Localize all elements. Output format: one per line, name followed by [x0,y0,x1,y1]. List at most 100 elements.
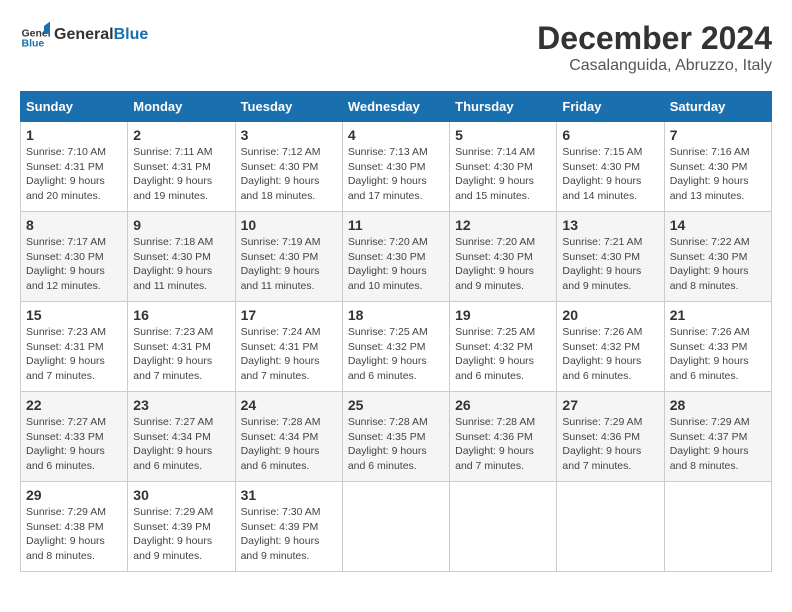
cell-info: Sunrise: 7:26 AMSunset: 4:33 PMDaylight:… [670,326,750,382]
logo: General Blue GeneralBlue [20,20,148,50]
title-area: December 2024 Casalanguida, Abruzzo, Ita… [537,20,772,75]
header-monday: Monday [128,92,235,122]
calendar-cell: 15Sunrise: 7:23 AMSunset: 4:31 PMDayligh… [21,302,128,392]
cell-info: Sunrise: 7:16 AMSunset: 4:30 PMDaylight:… [670,146,750,202]
calendar-cell: 13Sunrise: 7:21 AMSunset: 4:30 PMDayligh… [557,212,664,302]
day-number: 24 [241,397,337,413]
cell-info: Sunrise: 7:26 AMSunset: 4:32 PMDaylight:… [562,326,642,382]
calendar-cell: 8Sunrise: 7:17 AMSunset: 4:30 PMDaylight… [21,212,128,302]
cell-info: Sunrise: 7:28 AMSunset: 4:34 PMDaylight:… [241,416,321,472]
calendar-week-row: 8Sunrise: 7:17 AMSunset: 4:30 PMDaylight… [21,212,772,302]
calendar-cell: 24 Sunrise: 7:28 AMSunset: 4:34 PMDayligh… [235,392,342,482]
calendar-cell: 12 Sunrise: 7:20 AMSunset: 4:30 PMDayligh… [450,212,557,302]
calendar-cell: 14Sunrise: 7:22 AMSunset: 4:30 PMDayligh… [664,212,771,302]
cell-info: Sunrise: 7:30 AMSunset: 4:39 PMDaylight:… [241,506,321,562]
cell-info: Sunrise: 7:23 AMSunset: 4:31 PMDaylight:… [133,326,213,382]
cell-info: Sunrise: 7:12 AMSunset: 4:30 PMDaylight:… [241,146,321,202]
cell-info: Sunrise: 7:18 AMSunset: 4:30 PMDaylight:… [133,236,213,292]
day-number: 20 [562,307,658,323]
calendar-cell: 4 Sunrise: 7:13 AMSunset: 4:30 PMDaylight… [342,122,449,212]
calendar-header-row: Sunday Monday Tuesday Wednesday Thursday… [21,92,772,122]
calendar-cell: 16 Sunrise: 7:23 AMSunset: 4:31 PMDayligh… [128,302,235,392]
calendar-cell: 30Sunrise: 7:29 AMSunset: 4:39 PMDayligh… [128,482,235,572]
calendar-week-row: 29 Sunrise: 7:29 AMSunset: 4:38 PMDayligh… [21,482,772,572]
cell-info: Sunrise: 7:13 AMSunset: 4:30 PMDaylight:… [348,146,428,202]
day-number: 17 [241,307,337,323]
calendar-cell: 17Sunrise: 7:24 AMSunset: 4:31 PMDayligh… [235,302,342,392]
cell-info: Sunrise: 7:10 AMSunset: 4:31 PMDaylight:… [26,146,106,202]
day-number: 18 [348,307,444,323]
day-number: 2 [133,127,229,143]
header-tuesday: Tuesday [235,92,342,122]
calendar-cell: 1 Sunrise: 7:10 AMSunset: 4:31 PMDaylight… [21,122,128,212]
calendar-week-row: 1 Sunrise: 7:10 AMSunset: 4:31 PMDaylight… [21,122,772,212]
cell-info: Sunrise: 7:27 AMSunset: 4:34 PMDaylight:… [133,416,213,472]
cell-info: Sunrise: 7:19 AMSunset: 4:30 PMDaylight:… [241,236,321,292]
header-friday: Friday [557,92,664,122]
cell-info: Sunrise: 7:25 AMSunset: 4:32 PMDaylight:… [348,326,428,382]
cell-info: Sunrise: 7:15 AMSunset: 4:30 PMDaylight:… [562,146,642,202]
calendar-table: Sunday Monday Tuesday Wednesday Thursday… [20,91,772,572]
day-number: 23 [133,397,229,413]
day-number: 14 [670,217,766,233]
calendar-cell: 7Sunrise: 7:16 AMSunset: 4:30 PMDaylight… [664,122,771,212]
cell-info: Sunrise: 7:27 AMSunset: 4:33 PMDaylight:… [26,416,106,472]
cell-info: Sunrise: 7:28 AMSunset: 4:36 PMDaylight:… [455,416,535,472]
calendar-cell: 27 Sunrise: 7:29 AMSunset: 4:36 PMDayligh… [557,392,664,482]
logo-icon: General Blue [20,20,50,50]
page-header: General Blue GeneralBlue December 2024 C… [20,20,772,75]
cell-info: Sunrise: 7:29 AMSunset: 4:39 PMDaylight:… [133,506,213,562]
header-wednesday: Wednesday [342,92,449,122]
calendar-cell: 31 Sunrise: 7:30 AMSunset: 4:39 PMDayligh… [235,482,342,572]
header-thursday: Thursday [450,92,557,122]
cell-info: Sunrise: 7:29 AMSunset: 4:37 PMDaylight:… [670,416,750,472]
calendar-cell: 29 Sunrise: 7:29 AMSunset: 4:38 PMDayligh… [21,482,128,572]
calendar-cell: 3Sunrise: 7:12 AMSunset: 4:30 PMDaylight… [235,122,342,212]
calendar-cell: 6 Sunrise: 7:15 AMSunset: 4:30 PMDaylight… [557,122,664,212]
header-sunday: Sunday [21,92,128,122]
calendar-cell [450,482,557,572]
calendar-cell: 2 Sunrise: 7:11 AMSunset: 4:31 PMDaylight… [128,122,235,212]
day-number: 21 [670,307,766,323]
calendar-week-row: 22Sunrise: 7:27 AMSunset: 4:33 PMDayligh… [21,392,772,482]
calendar-cell: 21 Sunrise: 7:26 AMSunset: 4:33 PMDayligh… [664,302,771,392]
day-number: 9 [133,217,229,233]
calendar-cell: 18 Sunrise: 7:25 AMSunset: 4:32 PMDayligh… [342,302,449,392]
day-number: 10 [241,217,337,233]
calendar-cell [342,482,449,572]
month-title: December 2024 [537,20,772,57]
day-number: 29 [26,487,122,503]
cell-info: Sunrise: 7:29 AMSunset: 4:36 PMDaylight:… [562,416,642,472]
calendar-cell: 11 Sunrise: 7:20 AMSunset: 4:30 PMDayligh… [342,212,449,302]
logo-general-text: General [54,26,114,43]
day-number: 5 [455,127,551,143]
logo-blue-text: Blue [114,26,149,43]
cell-info: Sunrise: 7:23 AMSunset: 4:31 PMDaylight:… [26,326,106,382]
day-number: 11 [348,217,444,233]
calendar-cell: 25Sunrise: 7:28 AMSunset: 4:35 PMDayligh… [342,392,449,482]
cell-info: Sunrise: 7:20 AMSunset: 4:30 PMDaylight:… [455,236,535,292]
cell-info: Sunrise: 7:25 AMSunset: 4:32 PMDaylight:… [455,326,535,382]
day-number: 6 [562,127,658,143]
day-number: 4 [348,127,444,143]
day-number: 12 [455,217,551,233]
day-number: 8 [26,217,122,233]
cell-info: Sunrise: 7:11 AMSunset: 4:31 PMDaylight:… [133,146,212,202]
day-number: 26 [455,397,551,413]
day-number: 19 [455,307,551,323]
day-number: 1 [26,127,122,143]
calendar-cell: 5 Sunrise: 7:14 AMSunset: 4:30 PMDaylight… [450,122,557,212]
cell-info: Sunrise: 7:29 AMSunset: 4:38 PMDaylight:… [26,506,106,562]
calendar-cell: 23 Sunrise: 7:27 AMSunset: 4:34 PMDayligh… [128,392,235,482]
cell-info: Sunrise: 7:20 AMSunset: 4:30 PMDaylight:… [348,236,428,292]
cell-info: Sunrise: 7:14 AMSunset: 4:30 PMDaylight:… [455,146,535,202]
calendar-cell [557,482,664,572]
header-saturday: Saturday [664,92,771,122]
day-number: 25 [348,397,444,413]
day-number: 16 [133,307,229,323]
calendar-week-row: 15Sunrise: 7:23 AMSunset: 4:31 PMDayligh… [21,302,772,392]
cell-info: Sunrise: 7:21 AMSunset: 4:30 PMDaylight:… [562,236,642,292]
svg-text:Blue: Blue [22,37,45,49]
day-number: 31 [241,487,337,503]
day-number: 27 [562,397,658,413]
